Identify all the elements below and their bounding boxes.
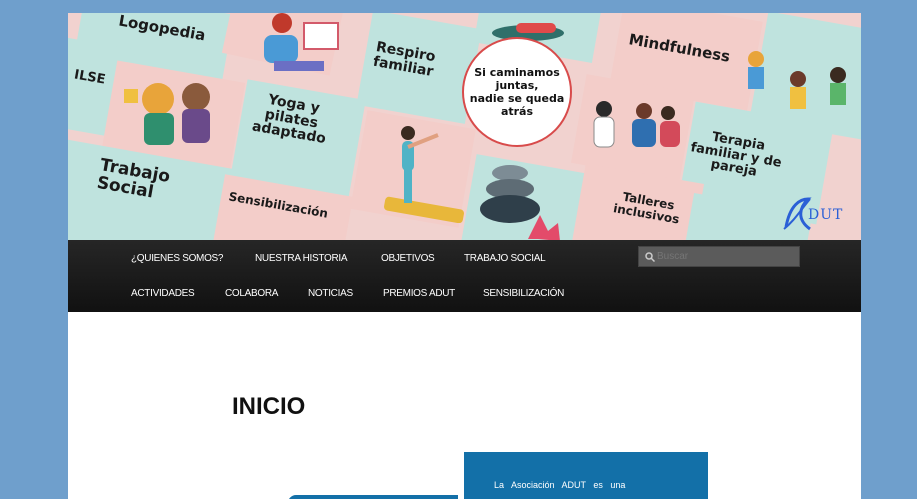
info-text: La Asociación ADUT es una bbox=[494, 480, 626, 490]
page-container: Logopedia ILSE Respiro familiar Mindfuln… bbox=[68, 13, 861, 499]
nav-item-nuestra-historia[interactable]: NUESTRA HISTORIA bbox=[255, 253, 348, 264]
search-icon bbox=[645, 252, 655, 262]
slogan-line: Si caminamos bbox=[474, 65, 560, 79]
slogan-line: nadie se queda bbox=[469, 92, 565, 105]
nav-item-objetivos[interactable]: OBJETIVOS bbox=[381, 253, 435, 264]
slogan-circle: Si caminamos juntas, nadie se queda atrá… bbox=[462, 37, 572, 147]
info-box: La Asociación ADUT es una bbox=[464, 452, 708, 499]
nav-item-premios-adut[interactable]: PREMIOS ADUT bbox=[383, 288, 455, 299]
children-illustration bbox=[124, 83, 210, 145]
adut-logo-text: DUT bbox=[808, 207, 844, 223]
search-input[interactable] bbox=[657, 247, 797, 266]
nav-item-noticias[interactable]: NOTICIAS bbox=[308, 288, 353, 299]
nav-item-trabajo-social[interactable]: TRABAJO SOCIAL bbox=[464, 253, 546, 264]
header-banner[interactable]: Logopedia ILSE Respiro familiar Mindfuln… bbox=[68, 13, 861, 240]
zen-stones-illustration bbox=[480, 165, 560, 240]
nav-item-quienes-somos[interactable]: ¿QUIENES SOMOS? bbox=[131, 253, 223, 264]
adut-logo[interactable]: DUT bbox=[780, 193, 860, 233]
slogan-line: juntas, bbox=[495, 78, 539, 92]
yoga-woman-illustration bbox=[384, 126, 464, 223]
page-title: INICIO bbox=[232, 393, 306, 420]
woman-laptop-illustration bbox=[264, 13, 339, 71]
decorative-blue-tab bbox=[288, 495, 458, 499]
nav-item-colabora[interactable]: COLABORA bbox=[225, 288, 278, 299]
jumping-kids-illustration bbox=[748, 51, 846, 109]
main-navigation: ¿QUIENES SOMOS? NUESTRA HISTORIA OBJETIV… bbox=[68, 240, 861, 312]
family-therapy-illustration bbox=[593, 101, 680, 148]
slogan-line: atrás bbox=[500, 105, 534, 119]
search-box[interactable] bbox=[638, 246, 800, 267]
nav-item-sensibilizacion[interactable]: SENSIBILIZACIÓN bbox=[483, 288, 564, 299]
nav-item-actividades[interactable]: ACTIVIDADES bbox=[131, 288, 195, 299]
